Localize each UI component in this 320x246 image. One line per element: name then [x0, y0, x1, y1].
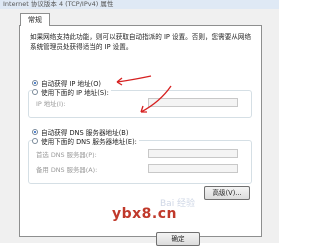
advanced-button[interactable]: 高级(V)... — [204, 186, 250, 200]
preferred-dns-field[interactable] — [148, 149, 238, 158]
ok-button[interactable]: 确定 — [156, 232, 200, 246]
preferred-dns-label: 首选 DNS 服务器(P): — [36, 151, 97, 159]
manual-ip-label: 使用下面的 IP 地址(S): — [41, 89, 109, 97]
manual-ip-radio[interactable] — [32, 89, 38, 95]
alternate-dns-field[interactable] — [148, 164, 238, 173]
alternate-dns-label: 备用 DNS 服务器(A): — [36, 166, 98, 174]
manual-ip-option[interactable]: 使用下面的 IP 地址(S): — [32, 87, 111, 97]
manual-dns-option[interactable]: 使用下面的 DNS 服务器地址(E): — [32, 136, 139, 146]
manual-dns-label: 使用下面的 DNS 服务器地址(E): — [41, 138, 137, 146]
ip-address-label: IP 地址(I): — [36, 100, 66, 108]
ip-address-field[interactable] — [148, 98, 238, 107]
site-watermark: ybx8.cn — [112, 206, 178, 222]
tab-general[interactable]: 常规 — [20, 13, 50, 26]
manual-dns-group — [28, 140, 252, 184]
auto-ip-radio[interactable] — [32, 80, 38, 86]
manual-dns-radio[interactable] — [32, 138, 38, 144]
window-title: Internet 协议版本 4 (TCP/IPv4) 属性 — [0, 0, 279, 9]
auto-dns-radio[interactable] — [32, 129, 38, 135]
description-text: 如果网络支持此功能，则可以获取自动指派的 IP 设置。否则，您需要从网络系统管理… — [30, 33, 252, 51]
